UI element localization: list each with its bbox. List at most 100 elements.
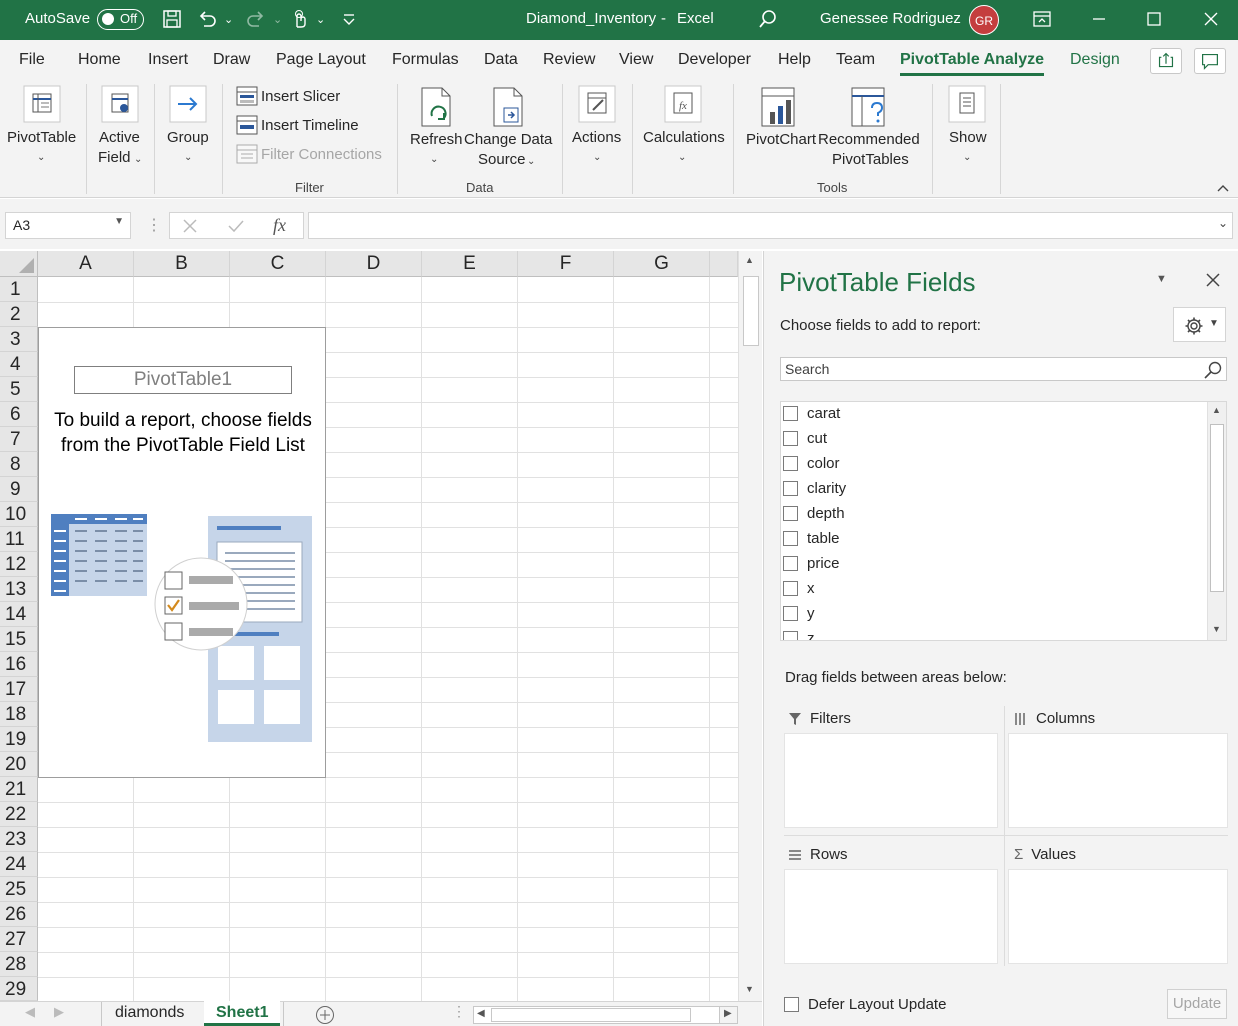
calculations-button[interactable]: Calculations <box>643 127 725 148</box>
show-button[interactable]: Show <box>949 127 987 148</box>
field-checkbox[interactable] <box>783 405 798 421</box>
field-item-depth[interactable]: depth <box>783 502 845 524</box>
scroll-down-icon[interactable]: ▼ <box>745 984 754 994</box>
group-button[interactable]: Group <box>167 127 209 148</box>
tab-page-layout[interactable]: Page Layout <box>276 51 366 69</box>
customize-qat-icon[interactable] <box>338 8 360 30</box>
refresh-icon[interactable] <box>418 86 458 130</box>
refresh-chevron-icon[interactable]: ⌄ <box>430 149 438 170</box>
close-pane-icon[interactable] <box>1205 272 1221 288</box>
insert-timeline-button[interactable]: Insert Timeline <box>261 115 359 136</box>
expand-formula-bar-icon[interactable]: ⌄ <box>1218 216 1228 230</box>
tab-data[interactable]: Data <box>484 51 518 69</box>
row-header[interactable]: 11 <box>0 527 38 552</box>
tab-file[interactable]: File <box>19 51 45 69</box>
row-header[interactable]: 12 <box>0 552 38 577</box>
field-item-table[interactable]: table <box>783 527 840 549</box>
calculations-icon[interactable]: fx <box>663 84 703 124</box>
field-item-x[interactable]: x <box>783 577 815 599</box>
minimize-icon[interactable] <box>1087 8 1111 30</box>
tab-team[interactable]: Team <box>836 51 875 69</box>
field-checkbox[interactable] <box>783 530 798 546</box>
pivottable-button[interactable]: PivotTable <box>7 127 76 148</box>
row-header[interactable]: 21 <box>0 777 38 802</box>
row-header[interactable]: 7 <box>0 427 38 452</box>
recommended-pivottables-icon[interactable] <box>850 86 890 130</box>
row-header[interactable]: 15 <box>0 627 38 652</box>
active-field-button[interactable]: Active <box>99 127 140 148</box>
formula-input[interactable]: ⌄ <box>308 212 1233 239</box>
actions-chevron-icon[interactable]: ⌄ <box>593 147 601 168</box>
comments-icon[interactable] <box>1194 48 1226 74</box>
insert-function-button[interactable]: fx <box>273 215 286 236</box>
tab-formulas[interactable]: Formulas <box>392 51 459 69</box>
pivottable-chevron-icon[interactable]: ⌄ <box>37 147 45 168</box>
row-header[interactable]: 10 <box>0 502 38 527</box>
tab-view[interactable]: View <box>619 51 653 69</box>
column-header[interactable]: D <box>326 251 422 277</box>
share-icon[interactable] <box>1150 48 1182 74</box>
row-header[interactable]: 6 <box>0 402 38 427</box>
horizontal-scroll-thumb[interactable] <box>491 1008 691 1022</box>
row-header[interactable]: 5 <box>0 377 38 402</box>
insert-slicer-icon[interactable] <box>236 86 258 106</box>
show-icon[interactable] <box>947 84 987 124</box>
field-item-carat[interactable]: carat <box>783 402 840 424</box>
actions-button[interactable]: Actions <box>572 127 621 148</box>
field-item-y[interactable]: y <box>783 602 815 624</box>
column-header[interactable]: A <box>38 251 134 277</box>
field-checkbox[interactable] <box>783 555 798 571</box>
row-header[interactable]: 2 <box>0 302 38 327</box>
row-header[interactable]: 18 <box>0 702 38 727</box>
sheet-tab-diamonds[interactable]: diamonds <box>103 1001 196 1026</box>
defer-layout-update[interactable]: Defer Layout Update <box>784 996 946 1013</box>
values-drop-area[interactable] <box>1008 869 1228 964</box>
defer-checkbox[interactable] <box>784 997 799 1012</box>
field-layout-button[interactable]: ▼ <box>1173 307 1226 342</box>
tab-pivottable-analyze[interactable]: PivotTable Analyze <box>900 51 1044 69</box>
field-scroll-down-icon[interactable]: ▼ <box>1212 624 1221 634</box>
rows-drop-area[interactable] <box>784 869 998 964</box>
avatar[interactable]: GR <box>969 5 999 35</box>
row-header[interactable]: 14 <box>0 602 38 627</box>
scroll-right-icon[interactable]: ▶ <box>724 1008 732 1019</box>
field-list-scroll-thumb[interactable] <box>1210 424 1224 592</box>
pivotchart-icon[interactable] <box>760 86 800 130</box>
pivottable-placeholder[interactable]: PivotTable1 To build a report, choose fi… <box>38 327 326 778</box>
tab-draw[interactable]: Draw <box>213 51 250 69</box>
field-checkbox[interactable] <box>783 455 798 471</box>
calculations-chevron-icon[interactable]: ⌄ <box>678 147 686 168</box>
row-header[interactable]: 9 <box>0 477 38 502</box>
previous-sheet-icon[interactable]: ◀ <box>25 1004 35 1020</box>
row-header[interactable]: 26 <box>0 902 38 927</box>
cancel-icon[interactable] <box>182 218 198 234</box>
row-header[interactable]: 22 <box>0 802 38 827</box>
next-sheet-icon[interactable]: ▶ <box>54 1004 64 1020</box>
vertical-scrollbar[interactable]: ▲ ▼ <box>738 251 762 1001</box>
enter-icon[interactable] <box>227 218 245 234</box>
column-header[interactable]: E <box>422 251 518 277</box>
field-checkbox[interactable] <box>783 630 798 640</box>
actions-icon[interactable] <box>577 84 617 124</box>
tab-split-grip-icon[interactable]: ⋮ <box>452 1003 466 1020</box>
row-header[interactable]: 27 <box>0 927 38 952</box>
search-icon[interactable] <box>1203 360 1223 380</box>
field-list-scrollbar[interactable]: ▲ ▼ <box>1207 402 1226 640</box>
refresh-button[interactable]: Refresh <box>410 129 463 150</box>
show-chevron-icon[interactable]: ⌄ <box>963 147 971 168</box>
row-header[interactable]: 25 <box>0 877 38 902</box>
change-data-source-icon[interactable] <box>490 86 530 130</box>
field-item-color[interactable]: color <box>783 452 840 474</box>
tab-review[interactable]: Review <box>543 51 595 69</box>
filters-drop-area[interactable] <box>784 733 998 828</box>
select-all-corner[interactable] <box>0 251 38 277</box>
row-header[interactable]: 3 <box>0 327 38 352</box>
touch-dropdown-icon[interactable]: ⌄ <box>316 13 325 26</box>
row-header[interactable]: 8 <box>0 452 38 477</box>
column-header[interactable]: C <box>230 251 326 277</box>
undo-icon[interactable] <box>196 8 218 30</box>
row-header[interactable]: 13 <box>0 577 38 602</box>
tab-home[interactable]: Home <box>78 51 121 69</box>
autosave-toggle[interactable]: Off <box>97 9 144 30</box>
column-header-partial[interactable] <box>710 251 738 277</box>
